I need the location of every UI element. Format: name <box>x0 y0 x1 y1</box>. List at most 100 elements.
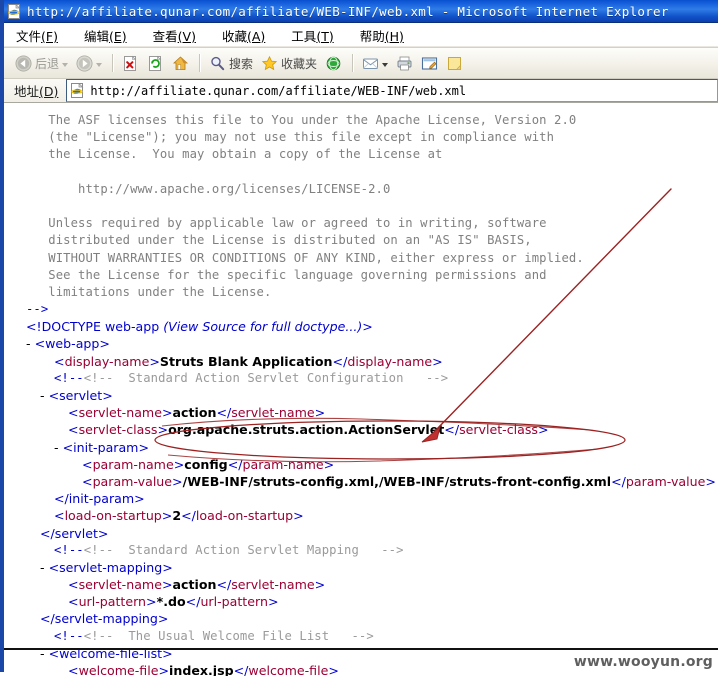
collapse-toggle-web-app[interactable]: - <box>26 336 35 351</box>
refresh-icon <box>147 55 164 72</box>
servlet-name-close-tag: servlet-name <box>231 405 315 421</box>
mapping-name-close-tag: servlet-name <box>231 577 315 593</box>
window-title: http://affiliate.qunar.com/affiliate/WEB… <box>27 3 669 19</box>
param-name-open-tag: param-name <box>92 456 174 472</box>
license-line-5: http://www.apache.org/licenses/LICENSE-2… <box>26 181 391 196</box>
edit-button[interactable] <box>418 51 441 75</box>
bottom-divider <box>4 648 718 650</box>
address-label: 地址(D) <box>14 81 58 100</box>
param-name-value: config <box>184 456 228 472</box>
refresh-button[interactable] <box>144 51 167 75</box>
comment-servlet-config: <!--<!-- Standard Action Servlet Configu… <box>54 370 449 385</box>
doctype-link[interactable]: (View Source for full doctype...) <box>163 319 362 334</box>
node-servlet-name: <servlet-name>action</servlet-name> <box>68 405 326 421</box>
address-input[interactable]: http://affiliate.qunar.com/affiliate/WEB… <box>66 79 718 102</box>
mail-button[interactable] <box>359 51 391 75</box>
back-label: 后退 <box>35 56 60 71</box>
home-button[interactable] <box>169 51 192 75</box>
license-line-7: Unless required by applicable law or agr… <box>26 216 547 231</box>
comment-servlet-mapping-text: <!-- Standard Action Servlet Mapping --> <box>83 542 404 557</box>
discuss-button[interactable] <box>443 51 466 75</box>
menu-accel-view: (V) <box>177 28 196 44</box>
menu-item-edit[interactable]: 编辑(E) <box>84 26 127 45</box>
menu-bar[interactable]: 文件(F) 编辑(E) 查看(V) 收藏(A) 工具(T) 帮助(H) <box>4 23 718 48</box>
comment-welcome-text: <!-- The Usual Welcome File List --> <box>83 628 374 643</box>
toolbar[interactable]: 后退 搜索 收藏夹 <box>4 48 718 79</box>
servlet-mapping-close-tag: </servlet-mapping> <box>40 611 169 627</box>
page-content[interactable]: The ASF licenses this file to You under … <box>4 103 718 676</box>
menu-item-file[interactable]: 文件(F) <box>16 26 58 45</box>
history-button[interactable] <box>322 51 345 75</box>
menu-item-help[interactable]: 帮助(H) <box>360 26 404 45</box>
toolbar-separator-3 <box>352 54 355 72</box>
license-line-9: WITHOUT WARRANTIES OR CONDITIONS OF ANY … <box>26 250 584 265</box>
menu-label-favorites: 收藏 <box>221 28 247 44</box>
load-on-startup-close-tag: load-on-startup <box>195 508 294 524</box>
servlet-class-close-tag: servlet-class <box>459 422 538 438</box>
display-name-open-tag: display-name <box>64 353 150 369</box>
menu-accel-edit: (E) <box>108 28 127 44</box>
favorites-label: 收藏夹 <box>281 56 318 71</box>
servlet-name-open-tag: servlet-name <box>78 405 162 421</box>
search-button[interactable]: 搜索 <box>206 51 256 75</box>
comment-servlet-config-text: <!-- Standard Action Servlet Configurati… <box>83 370 449 385</box>
mail-dropdown-caret-icon[interactable] <box>382 62 389 67</box>
forward-button[interactable] <box>73 51 105 75</box>
edit-page-icon <box>421 55 438 72</box>
mapping-name-open-tag: servlet-name <box>78 577 162 593</box>
favorites-button[interactable]: 收藏夹 <box>258 51 320 75</box>
servlet-class-open-tag: servlet-class <box>78 422 158 438</box>
menu-label-file: 文件 <box>16 28 42 44</box>
license-line-11: limitations under the License. <box>26 284 272 299</box>
back-button[interactable]: 后退 <box>12 51 71 75</box>
back-dropdown-caret-icon[interactable] <box>62 62 69 67</box>
menu-item-favorites[interactable]: 收藏(A) <box>222 26 265 45</box>
param-value-open-tag: param-value <box>92 473 173 489</box>
star-icon <box>261 55 278 72</box>
node-web-app-open: - <web-app> <box>26 335 718 352</box>
license-line-4 <box>26 164 718 181</box>
node-display-name: <display-name>Struts Blank Application</… <box>54 353 443 369</box>
menu-item-view[interactable]: 查看(V) <box>153 26 196 45</box>
stop-button[interactable] <box>119 51 142 75</box>
license-line-6 <box>26 198 718 215</box>
menu-label-edit: 编辑 <box>83 28 109 44</box>
node-mapping-servlet-name: <servlet-name>action</servlet-name> <box>68 577 326 593</box>
node-servlet-class: <servlet-class>org.apache.struts.action.… <box>68 422 549 438</box>
node-servlet-close: </servlet> <box>26 525 718 542</box>
xml-viewer: The ASF licenses this file to You under … <box>4 104 718 676</box>
stop-icon <box>122 55 139 72</box>
collapse-toggle-servlet-mapping[interactable]: - <box>40 560 49 575</box>
print-button[interactable] <box>393 51 416 75</box>
forward-dropdown-caret-icon[interactable] <box>96 62 103 67</box>
collapse-toggle-servlet[interactable]: - <box>40 388 49 403</box>
search-label: 搜索 <box>229 56 254 71</box>
collapse-toggle-init-param[interactable]: - <box>54 440 63 455</box>
node-servlet-mapping-close: </servlet-mapping> <box>26 610 718 627</box>
url-pattern-value: *.do <box>156 594 186 610</box>
license-line-3: the License. You may obtain a copy of th… <box>26 147 443 162</box>
address-bar[interactable]: 地址(D) http://affiliate.qunar.com/affilia… <box>4 79 718 103</box>
node-init-param-close: </init-param> <box>26 490 718 507</box>
menu-accel-tools: (T) <box>316 28 334 44</box>
forward-arrow-icon <box>76 55 93 72</box>
node-servlet-mapping-open: - <servlet-mapping> <box>26 559 718 576</box>
servlet-open-tag: <servlet> <box>48 388 113 403</box>
init-param-open-tag: <init-param> <box>62 439 150 455</box>
node-param-value: <param-value>/WEB-INF/struts-config.xml,… <box>82 473 716 489</box>
history-icon <box>325 55 342 72</box>
license-line-10: See the License for the specific languag… <box>26 267 547 282</box>
display-name-close-tag: display-name <box>347 353 433 369</box>
mail-icon <box>362 55 379 72</box>
toolbar-separator-2 <box>199 54 202 72</box>
menu-label-help: 帮助 <box>359 28 385 44</box>
servlet-mapping-open-tag: <servlet-mapping> <box>48 559 173 575</box>
mapping-name-value: action <box>172 577 217 593</box>
doctype-suffix: > <box>362 319 373 335</box>
comment-welcome: <!--<!-- The Usual Welcome File List --> <box>54 628 374 643</box>
page-favicon-icon <box>70 82 85 98</box>
menu-item-tools[interactable]: 工具(T) <box>291 26 333 45</box>
init-param-close-tag: </init-param> <box>54 491 145 507</box>
node-load-on-startup: <load-on-startup>2</load-on-startup> <box>54 508 304 524</box>
comment-close: --> <box>26 302 49 317</box>
